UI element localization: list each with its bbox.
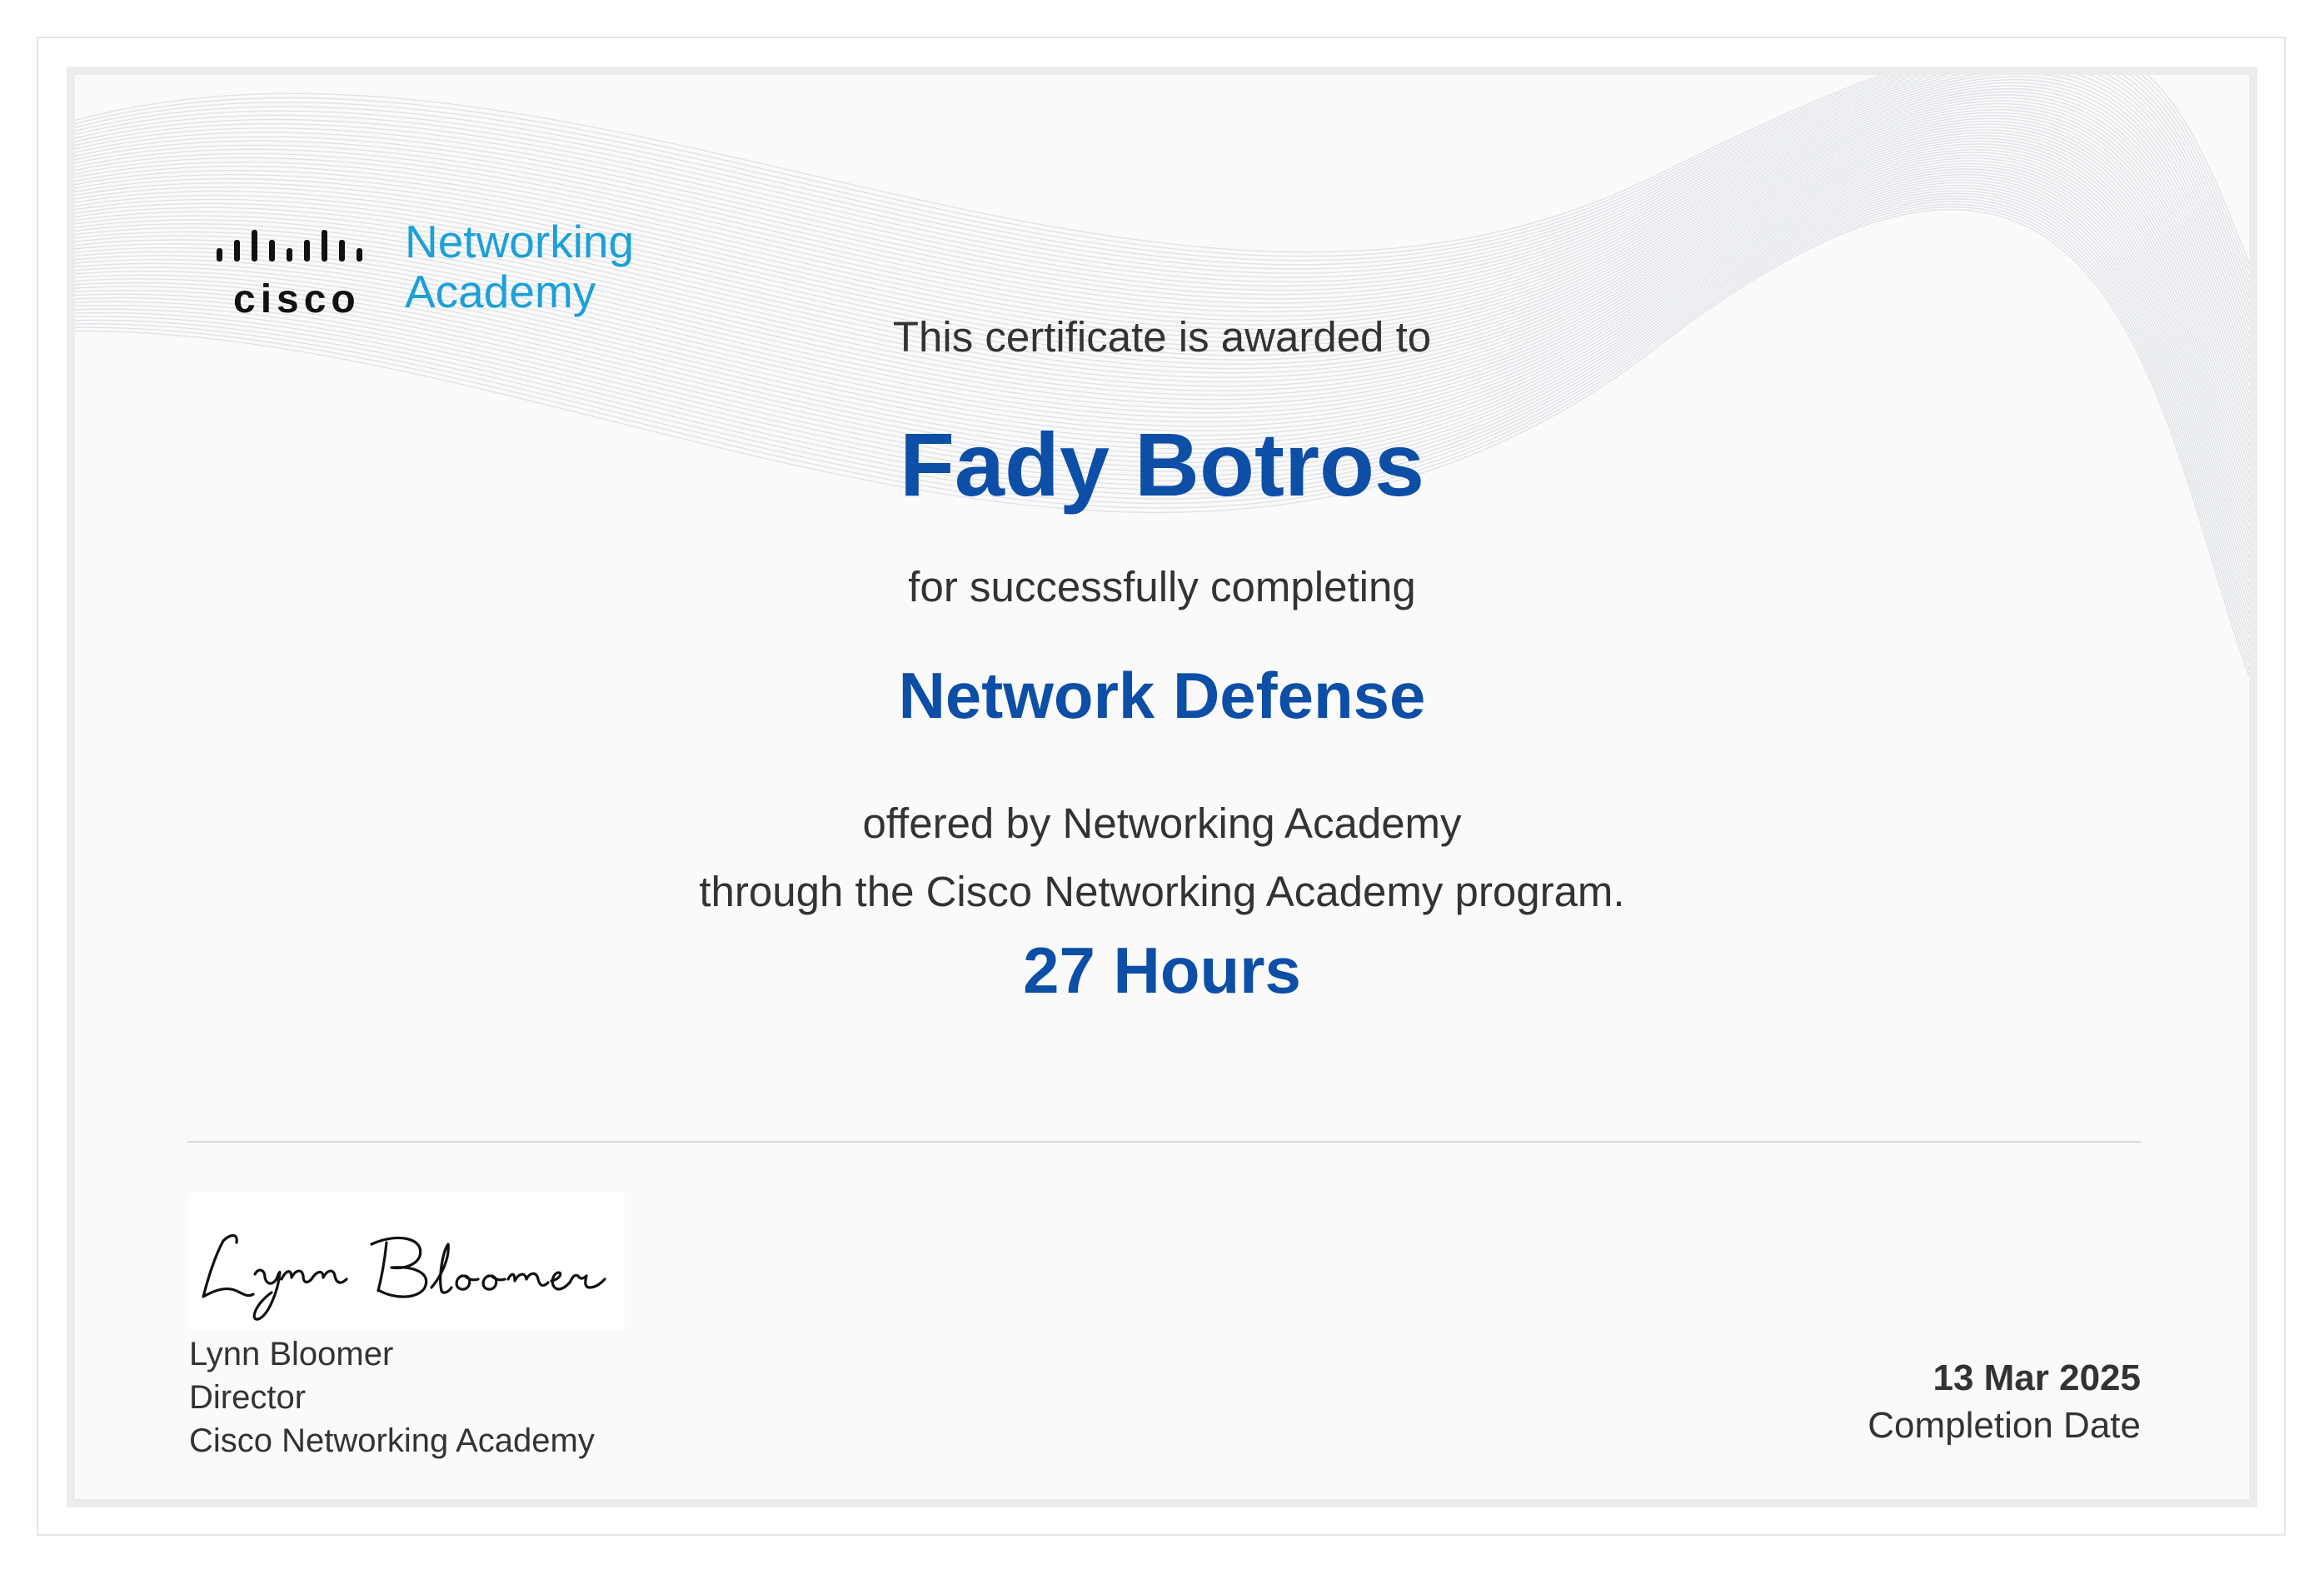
logo-title: Networking Academy: [405, 217, 634, 316]
offered-line-2: through the Cisco Networking Academy pro…: [699, 868, 1625, 915]
completing-text: for successfully completing: [908, 563, 1416, 610]
offered-by-text: offered by Networking Academy through th…: [75, 789, 2249, 926]
logo-line-networking: Networking: [405, 216, 635, 267]
signatory-name: Lynn Bloomer: [189, 1336, 394, 1372]
completion-date: 13 Mar 2025: [1933, 1357, 2141, 1398]
cisco-bars-icon: [217, 230, 362, 262]
course-hours: 27 Hours: [1023, 934, 1301, 1007]
signatory-details: Lynn Bloomer Director Cisco Networking A…: [189, 1332, 595, 1462]
divider: [187, 1141, 2141, 1143]
signature-image: [188, 1193, 625, 1330]
handwritten-signature: [202, 1233, 606, 1321]
signatory-organization: Cisco Networking Academy: [189, 1422, 595, 1459]
offered-line-1: offered by Networking Academy: [862, 799, 1462, 847]
awarded-text: This certificate is awarded to: [892, 313, 1432, 361]
completion-block: 13 Mar 2025 Completion Date: [1868, 1355, 2141, 1450]
certificate: cisco Networking Academy This certificat…: [67, 67, 2257, 1507]
completion-date-label: Completion Date: [1868, 1405, 2141, 1446]
recipient-name: Fady Botros: [899, 414, 1425, 515]
course-title: Network Defense: [898, 659, 1426, 732]
signatory-title: Director: [189, 1379, 307, 1416]
logo-line-academy: Academy: [405, 266, 596, 317]
